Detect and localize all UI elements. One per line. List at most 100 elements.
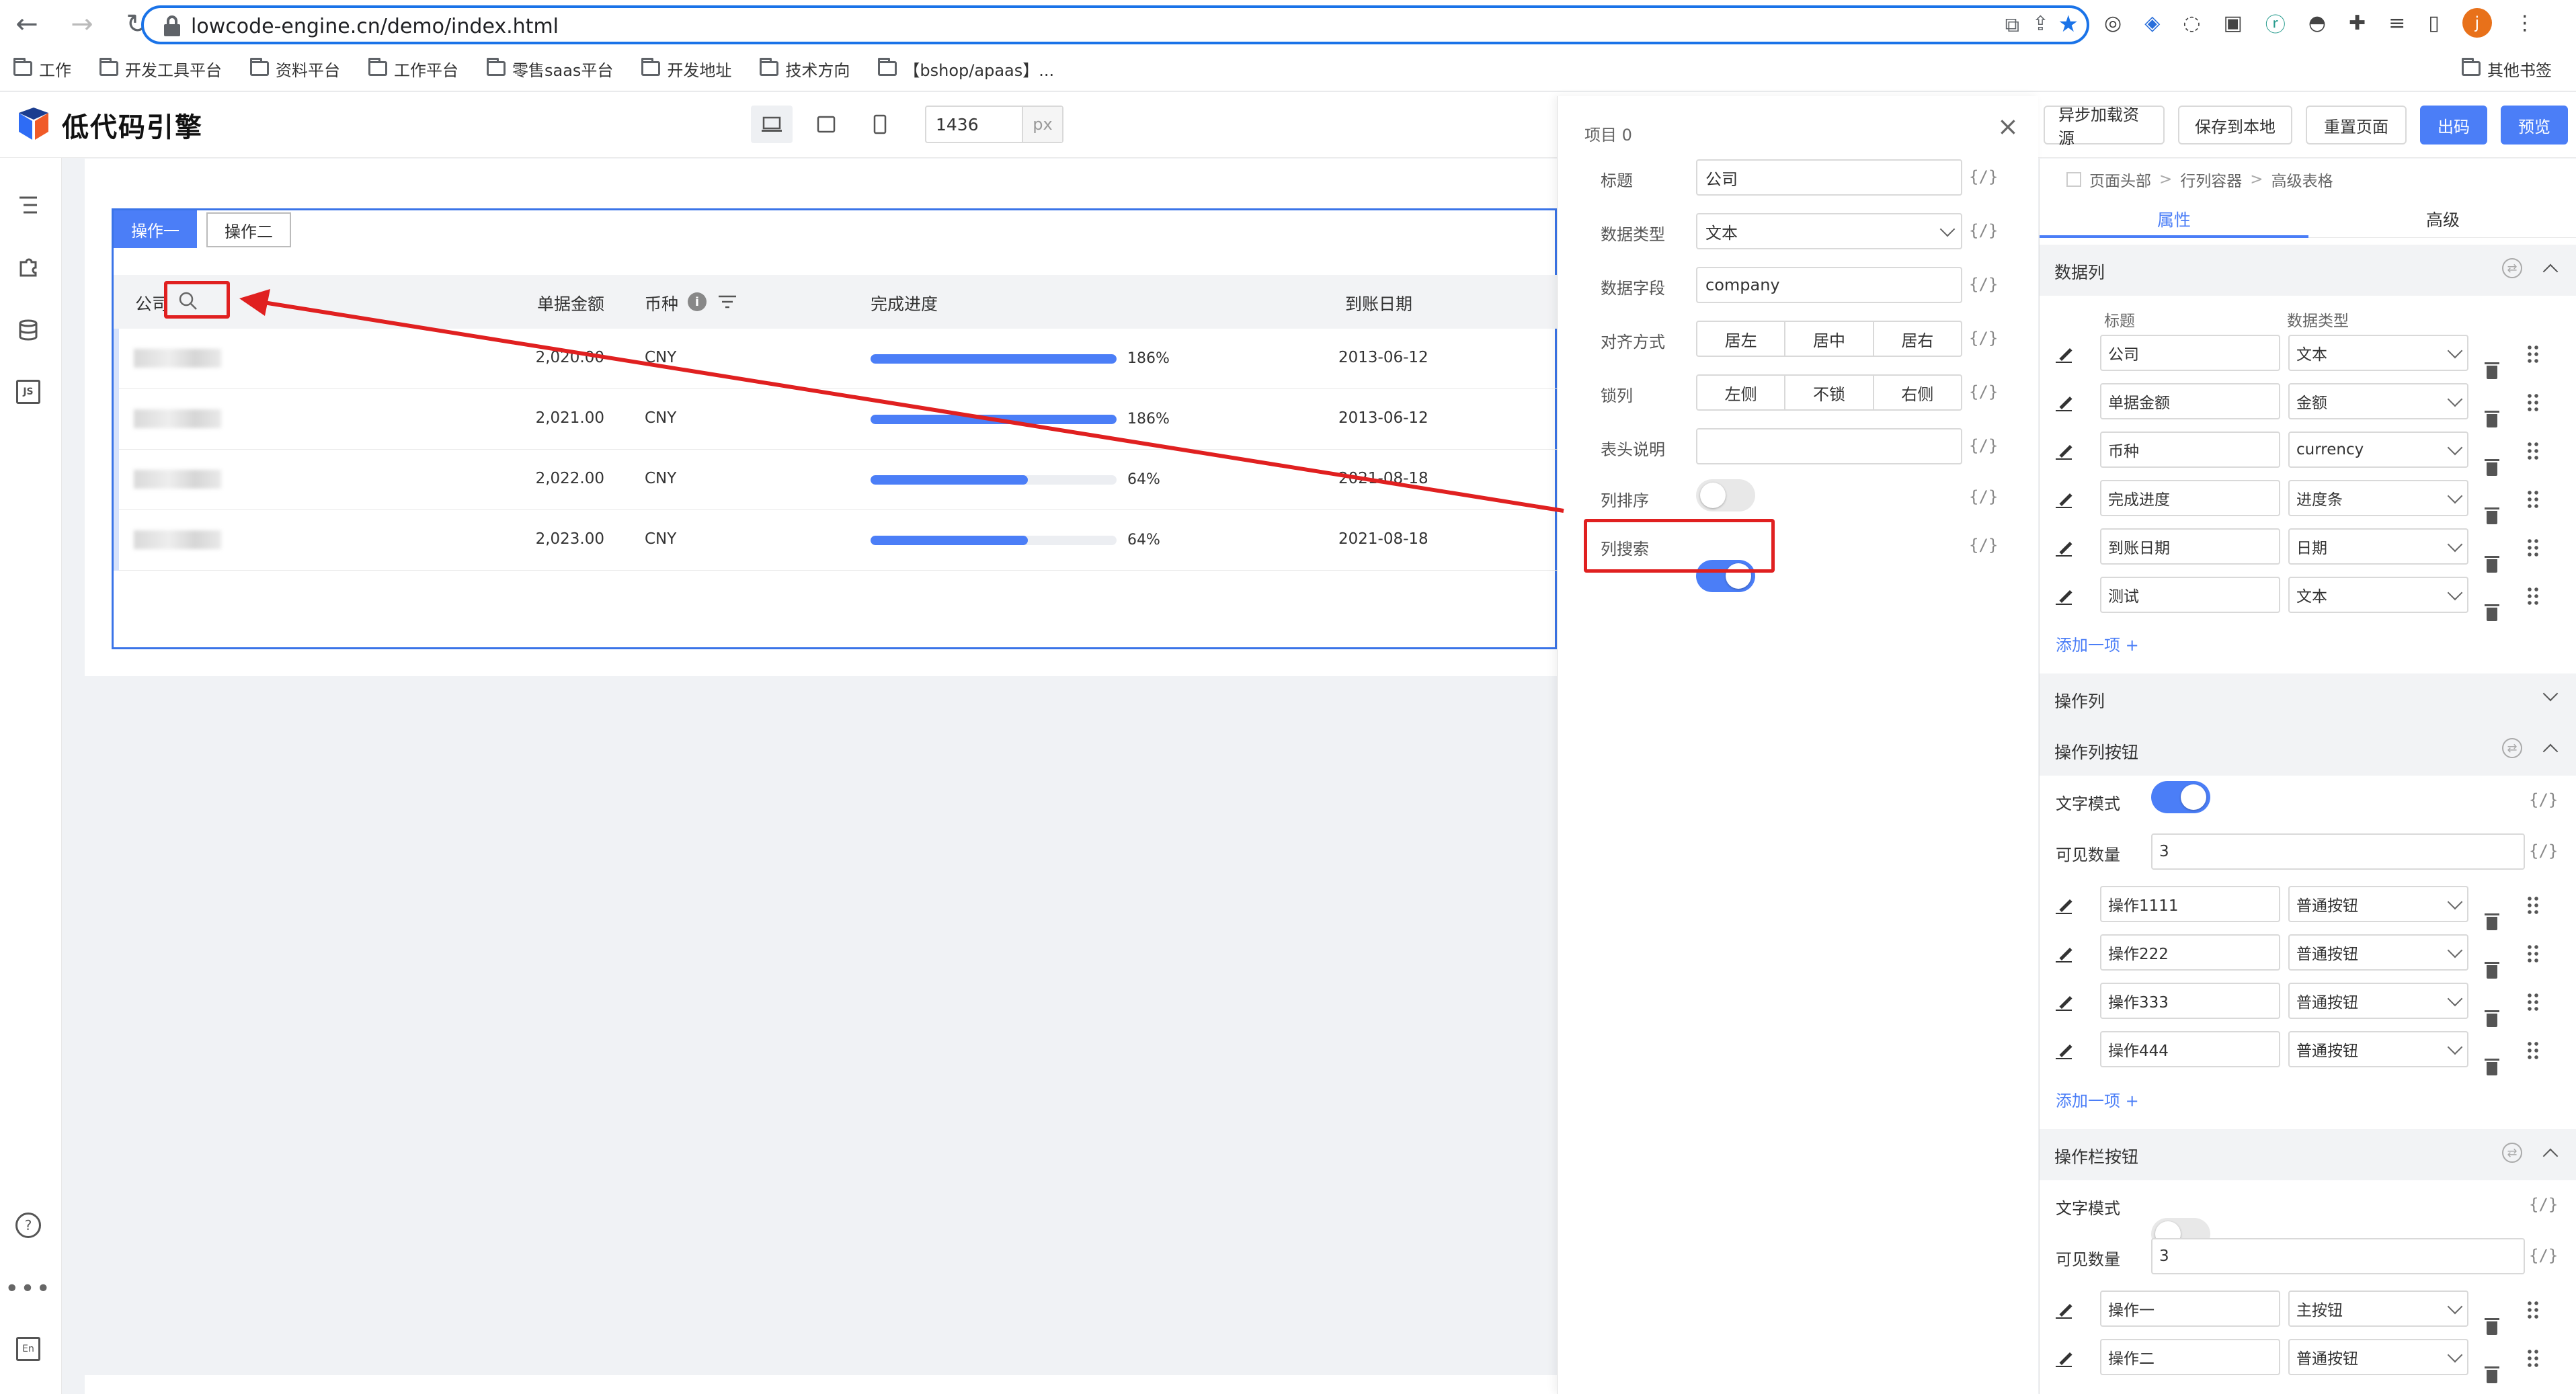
sidepanel-icon[interactable]: ▯ (2428, 11, 2440, 35)
share-icon[interactable]: ⇪ (2032, 12, 2049, 36)
help-icon[interactable]: ? (15, 1212, 42, 1239)
forward-icon[interactable]: → (62, 4, 102, 44)
datasource-icon[interactable] (15, 317, 42, 343)
trash-icon[interactable] (2485, 555, 2499, 573)
drag-handle-icon[interactable] (2526, 489, 2540, 508)
breadcrumb-item[interactable]: 行列容器 (2180, 168, 2242, 191)
op-column-header[interactable]: 操作列 (2040, 673, 2576, 725)
trash-icon[interactable] (2485, 1058, 2499, 1075)
extension-icon-4[interactable]: ▣ (2223, 11, 2242, 35)
add-data-column-link[interactable]: 添加一项 + (2056, 632, 2139, 655)
variable-icon[interactable]: {/} (1969, 167, 1998, 186)
bookmark-item[interactable]: 【bshop/apaas】... (878, 55, 1054, 82)
trash-icon[interactable] (2485, 507, 2499, 524)
table-action-button-1[interactable]: 操作一 (114, 210, 197, 248)
drag-handle-icon[interactable] (2526, 586, 2540, 605)
bookmark-item[interactable]: 技术方向 (760, 55, 850, 82)
align-center-option[interactable]: 居中 (1785, 322, 1874, 356)
advanced-table[interactable]: 操作一 操作二 公司 单据金额 币种 i 完成进度 到账日期 2,020.00 C… (112, 208, 1559, 649)
bookmark-item[interactable]: 工作 (13, 55, 71, 82)
lock-right-option[interactable]: 右侧 (1874, 376, 1961, 409)
align-right-option[interactable]: 居右 (1874, 322, 1961, 356)
async-load-button[interactable]: 异步加载资源 (2044, 106, 2165, 148)
item-title-input[interactable]: 操作444 (2100, 1031, 2280, 1067)
item-type-select[interactable]: 进度条 (2288, 480, 2468, 516)
pencil-icon[interactable] (2056, 993, 2073, 1011)
info-icon[interactable]: i (688, 292, 707, 311)
item-type-select[interactable]: 主按钮 (2288, 1290, 2468, 1327)
pencil-icon[interactable] (2056, 539, 2073, 557)
op-text-mode-toggle[interactable] (2151, 781, 2210, 813)
filter-icon[interactable] (717, 294, 737, 313)
title-input[interactable]: 公司 (1696, 159, 1962, 196)
extension-icon-5[interactable]: ⓡ (2265, 8, 2286, 38)
extension-icon-3[interactable]: ◌ (2183, 11, 2200, 35)
item-type-select[interactable]: 普通按钮 (2288, 1031, 2468, 1067)
variable-icon[interactable]: {/} (2529, 842, 2558, 860)
reset-page-button[interactable]: 重置页面 (2306, 106, 2407, 145)
export-code-button[interactable]: 出码 (2420, 106, 2487, 145)
trash-icon[interactable] (2485, 961, 2499, 979)
data-columns-header[interactable]: 数据列 ⇄ (2040, 245, 2576, 296)
op-visible-count-input[interactable]: 3 (2151, 833, 2525, 870)
toolbar-buttons-header[interactable]: 操作栏按钮 ⇄ (2040, 1129, 2576, 1180)
variable-icon[interactable]: {/} (1969, 221, 1998, 240)
item-title-input[interactable]: 公司 (2100, 335, 2280, 371)
chevron-down-icon[interactable] (2542, 686, 2559, 702)
chevron-up-icon[interactable] (2542, 1148, 2559, 1164)
item-type-select[interactable]: currency (2288, 432, 2468, 468)
add-op-button-link[interactable]: 添加一项 + (2056, 1088, 2139, 1111)
variable-icon[interactable]: {/} (1969, 329, 1998, 347)
table-row[interactable]: 2,023.00 CNY 64% 2021-08-18 (114, 510, 1559, 571)
variable-icon[interactable]: {/} (1969, 275, 1998, 294)
pencil-icon[interactable] (2056, 945, 2073, 962)
bookmark-item[interactable]: 开发工具平台 (99, 55, 222, 82)
breadcrumb-item[interactable]: 高级表格 (2271, 168, 2333, 191)
pencil-icon[interactable] (2056, 442, 2073, 460)
language-icon[interactable]: En (15, 1336, 42, 1362)
item-title-input[interactable]: 单据金额 (2100, 383, 2280, 419)
variable-icon[interactable]: {/} (1969, 436, 1998, 455)
variable-icon[interactable]: {/} (1969, 487, 1998, 506)
outline-tree-icon[interactable] (15, 192, 42, 218)
canvas-width-input[interactable]: 1436 px (925, 106, 1063, 143)
toolbar-visible-count-input[interactable]: 3 (2151, 1238, 2525, 1274)
extension-icon-6[interactable]: ◓ (2308, 11, 2326, 35)
table-row[interactable]: 2,021.00 CNY 186% 2013-06-12 (114, 389, 1559, 450)
drag-handle-icon[interactable] (2526, 344, 2540, 363)
star-icon[interactable]: ★ (2058, 11, 2079, 38)
item-type-select[interactable]: 金额 (2288, 383, 2468, 419)
drag-handle-icon[interactable] (2526, 1348, 2540, 1367)
table-action-button-2[interactable]: 操作二 (206, 212, 291, 247)
avatar[interactable]: j (2462, 8, 2492, 38)
mobile-view-button[interactable] (859, 106, 901, 143)
item-title-input[interactable]: 操作一 (2100, 1290, 2280, 1327)
tab-properties[interactable]: 属性 (2157, 207, 2191, 231)
column-sort-toggle[interactable] (1696, 479, 1755, 511)
pencil-icon[interactable] (2056, 1350, 2073, 1367)
trash-icon[interactable] (2485, 458, 2499, 476)
bookmark-item[interactable]: 零售saas平台 (487, 55, 613, 82)
item-type-select[interactable]: 普通按钮 (2288, 886, 2468, 922)
bookmark-item[interactable]: 开发地址 (641, 55, 731, 82)
reading-list-icon[interactable]: ≡ (2388, 11, 2405, 35)
preview-button[interactable]: 预览 (2501, 106, 2568, 145)
variable-icon[interactable]: {/} (2529, 1195, 2558, 1214)
puzzle-icon[interactable]: ✚ (2349, 11, 2366, 35)
variable-icon[interactable]: {/} (1969, 536, 1998, 555)
lock-column-segmented[interactable]: 左侧 不锁 右侧 (1696, 374, 1962, 411)
address-bar[interactable]: lowcode-engine.cn/demo/index.html ⧉ ⇪ ★ (141, 5, 2089, 44)
op-column-buttons-header[interactable]: 操作列按钮 ⇄ (2040, 725, 2576, 776)
tab-advanced[interactable]: 高级 (2426, 207, 2460, 231)
data-field-input[interactable]: company (1696, 267, 1962, 303)
toggle-mode-icon[interactable]: ⇄ (2502, 1143, 2522, 1163)
trash-icon[interactable] (2485, 410, 2499, 427)
drag-handle-icon[interactable] (2526, 538, 2540, 557)
item-title-input[interactable]: 币种 (2100, 432, 2280, 468)
item-title-input[interactable]: 操作1111 (2100, 886, 2280, 922)
align-segmented[interactable]: 居左 居中 居右 (1696, 321, 1962, 357)
pencil-icon[interactable] (2056, 345, 2073, 363)
extension-icon-2[interactable]: ◈ (2144, 11, 2160, 35)
variable-icon[interactable]: {/} (1969, 382, 1998, 401)
item-title-input[interactable]: 到账日期 (2100, 528, 2280, 565)
